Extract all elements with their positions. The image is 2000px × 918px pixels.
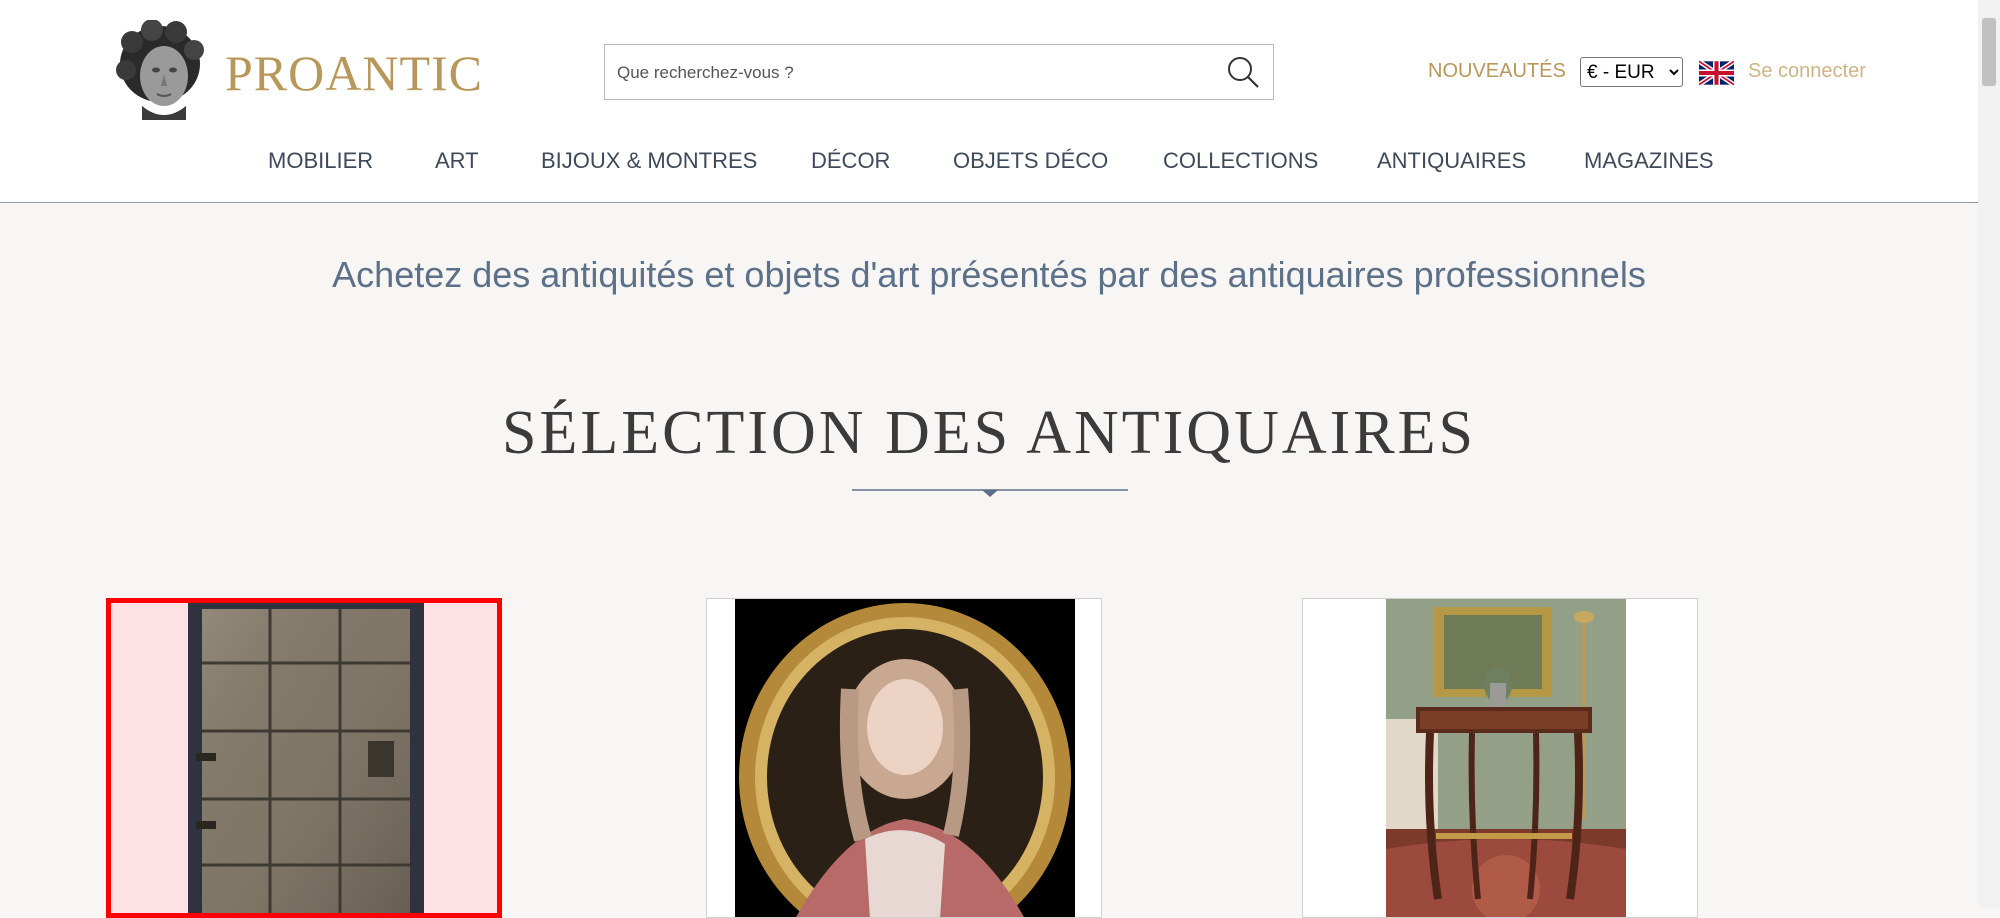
login-link[interactable]: Se connecter xyxy=(1748,60,1866,83)
nouveautes-link[interactable]: NOUVEAUTÉS xyxy=(1428,60,1566,83)
site-header: PROANTIC NOUVEAUTÉS € - EUR Se connecter… xyxy=(0,0,1978,203)
oval-portrait-image xyxy=(735,599,1075,917)
product-card-iron-door[interactable] xyxy=(106,598,502,918)
product-card-side-table[interactable] xyxy=(1302,598,1698,918)
nav-item-mobilier[interactable]: MOBILIER xyxy=(268,148,373,174)
side-table-image xyxy=(1386,599,1626,917)
section-title: SÉLECTION DES ANTIQUAIRES xyxy=(502,399,1476,467)
nav-item-bijoux-montres[interactable]: BIJOUX & MONTRES xyxy=(541,148,757,174)
product-card-portrait[interactable] xyxy=(706,598,1102,918)
nav-item-collections[interactable]: COLLECTIONS xyxy=(1163,148,1318,174)
search-input[interactable] xyxy=(615,53,1209,93)
page-tagline: Achetez des antiquités et objets d'art p… xyxy=(332,254,1646,295)
sculpted-head-icon[interactable] xyxy=(112,20,208,122)
nav-item-antiquaires[interactable]: ANTIQUAIRES xyxy=(1377,148,1526,174)
nav-item-magazines[interactable]: MAGAZINES xyxy=(1584,148,1714,174)
page-scrollbar[interactable] xyxy=(1978,0,2000,908)
search-icon[interactable] xyxy=(1225,54,1261,90)
currency-select[interactable]: € - EUR xyxy=(1580,57,1683,87)
nav-item-decor[interactable]: DÉCOR xyxy=(811,148,890,174)
iron-door-image xyxy=(188,603,424,913)
main-nav: MOBILIER ART BIJOUX & MONTRES DÉCOR OBJE… xyxy=(0,148,1978,182)
title-divider xyxy=(852,489,1128,497)
nav-item-objets-deco[interactable]: OBJETS DÉCO xyxy=(953,148,1108,174)
site-logo-text[interactable]: PROANTIC xyxy=(225,44,483,102)
uk-flag-icon[interactable] xyxy=(1699,60,1734,86)
nav-item-art[interactable]: ART xyxy=(435,148,479,174)
search-box xyxy=(604,44,1274,100)
scrollbar-thumb[interactable] xyxy=(1982,18,1996,86)
